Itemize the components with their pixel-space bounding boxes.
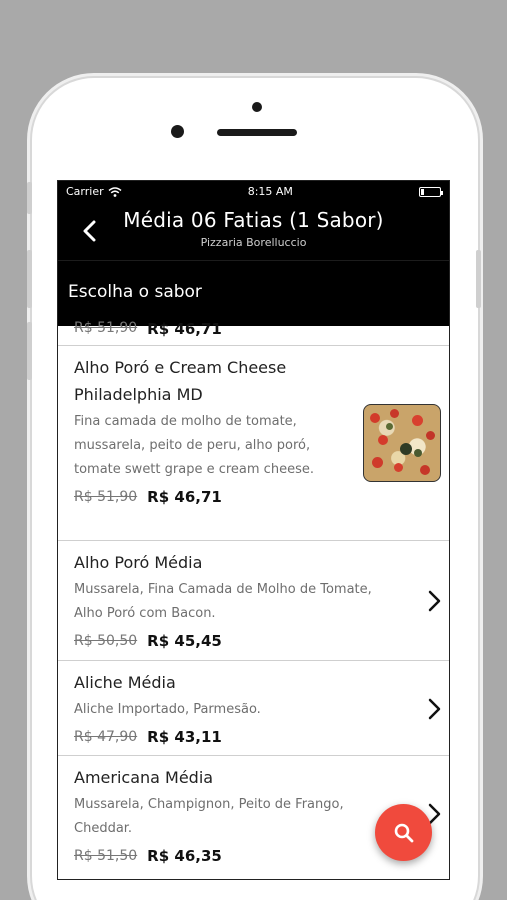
volume-down-button xyxy=(27,322,32,380)
old-price: R$ 51,50 xyxy=(74,848,138,864)
previous-item-price-row[interactable]: R$ 51,90 R$ 46,71 xyxy=(58,320,449,346)
app-screen: Carrier 8:15 AM Média 06 Fatias (1 Sabor… xyxy=(57,180,450,880)
price-row: R$ 47,90 R$ 43,11 xyxy=(74,728,433,746)
status-left: Carrier xyxy=(66,185,122,198)
nav-bar: Média 06 Fatias (1 Sabor) Pizzaria Borel… xyxy=(58,202,449,260)
item-name: Aliche Média xyxy=(74,673,176,692)
price-row: R$ 50,50 R$ 45,45 xyxy=(74,632,433,650)
old-price: R$ 47,90 xyxy=(74,729,138,745)
item-description: Mussarela, Champignon, Peito de Frango, … xyxy=(74,797,344,836)
item-description: Aliche Importado, Parmesão. xyxy=(74,702,261,717)
old-price: R$ 51,90 xyxy=(74,489,138,505)
restaurant-name: Pizzaria Borelluccio xyxy=(200,236,307,249)
old-price: R$ 50,50 xyxy=(74,633,138,649)
earpiece-speaker xyxy=(217,129,297,136)
item-name: Americana Média xyxy=(74,768,214,787)
section-header: Escolha o sabor xyxy=(58,260,449,326)
status-bar: Carrier 8:15 AM xyxy=(58,181,449,202)
item-description: Fina camada de molho de tomate, mussarel… xyxy=(74,414,314,477)
power-button xyxy=(476,250,481,308)
front-camera xyxy=(252,102,262,112)
item-name: Alho Poró e Cream Cheese Philadelphia MD xyxy=(74,358,287,404)
list-item[interactable]: Aliche Média Aliche Importado, Parmesão.… xyxy=(58,661,449,756)
list-item[interactable]: Alho Poró e Cream Cheese Philadelphia MD… xyxy=(58,346,449,541)
proximity-sensor xyxy=(171,125,184,138)
list-item[interactable]: Alho Poró Média Mussarela, Fina Camada d… xyxy=(58,541,449,661)
new-price: R$ 46,71 xyxy=(147,488,222,506)
search-icon xyxy=(394,823,413,842)
search-button[interactable] xyxy=(375,804,432,861)
page-title: Média 06 Fatias (1 Sabor) xyxy=(123,208,384,232)
carrier-label: Carrier xyxy=(66,185,104,198)
chevron-right-icon xyxy=(428,698,441,720)
status-time: 8:15 AM xyxy=(247,185,293,198)
chevron-right-icon xyxy=(428,590,441,612)
wifi-icon xyxy=(108,186,122,197)
new-price: R$ 43,11 xyxy=(147,728,222,746)
chevron-left-icon xyxy=(83,220,96,242)
battery-fill xyxy=(421,188,424,195)
new-price: R$ 46,71 xyxy=(147,320,222,338)
back-button[interactable] xyxy=(76,216,102,246)
old-price: R$ 51,90 xyxy=(74,320,138,336)
new-price: R$ 46,35 xyxy=(147,847,222,865)
flavor-list: R$ 51,90 R$ 46,71 Alho Poró e Cream Chee… xyxy=(58,320,449,879)
item-name: Alho Poró Média xyxy=(74,553,203,572)
pizza-thumbnail xyxy=(363,404,441,482)
price-row: R$ 51,90 R$ 46,71 xyxy=(74,488,433,506)
mute-switch xyxy=(27,182,32,214)
battery-icon xyxy=(419,186,443,197)
volume-up-button xyxy=(27,250,32,308)
new-price: R$ 45,45 xyxy=(147,632,222,650)
item-description: Mussarela, Fina Camada de Molho de Tomat… xyxy=(74,582,372,621)
price-row: R$ 51,50 R$ 46,35 xyxy=(74,847,433,865)
